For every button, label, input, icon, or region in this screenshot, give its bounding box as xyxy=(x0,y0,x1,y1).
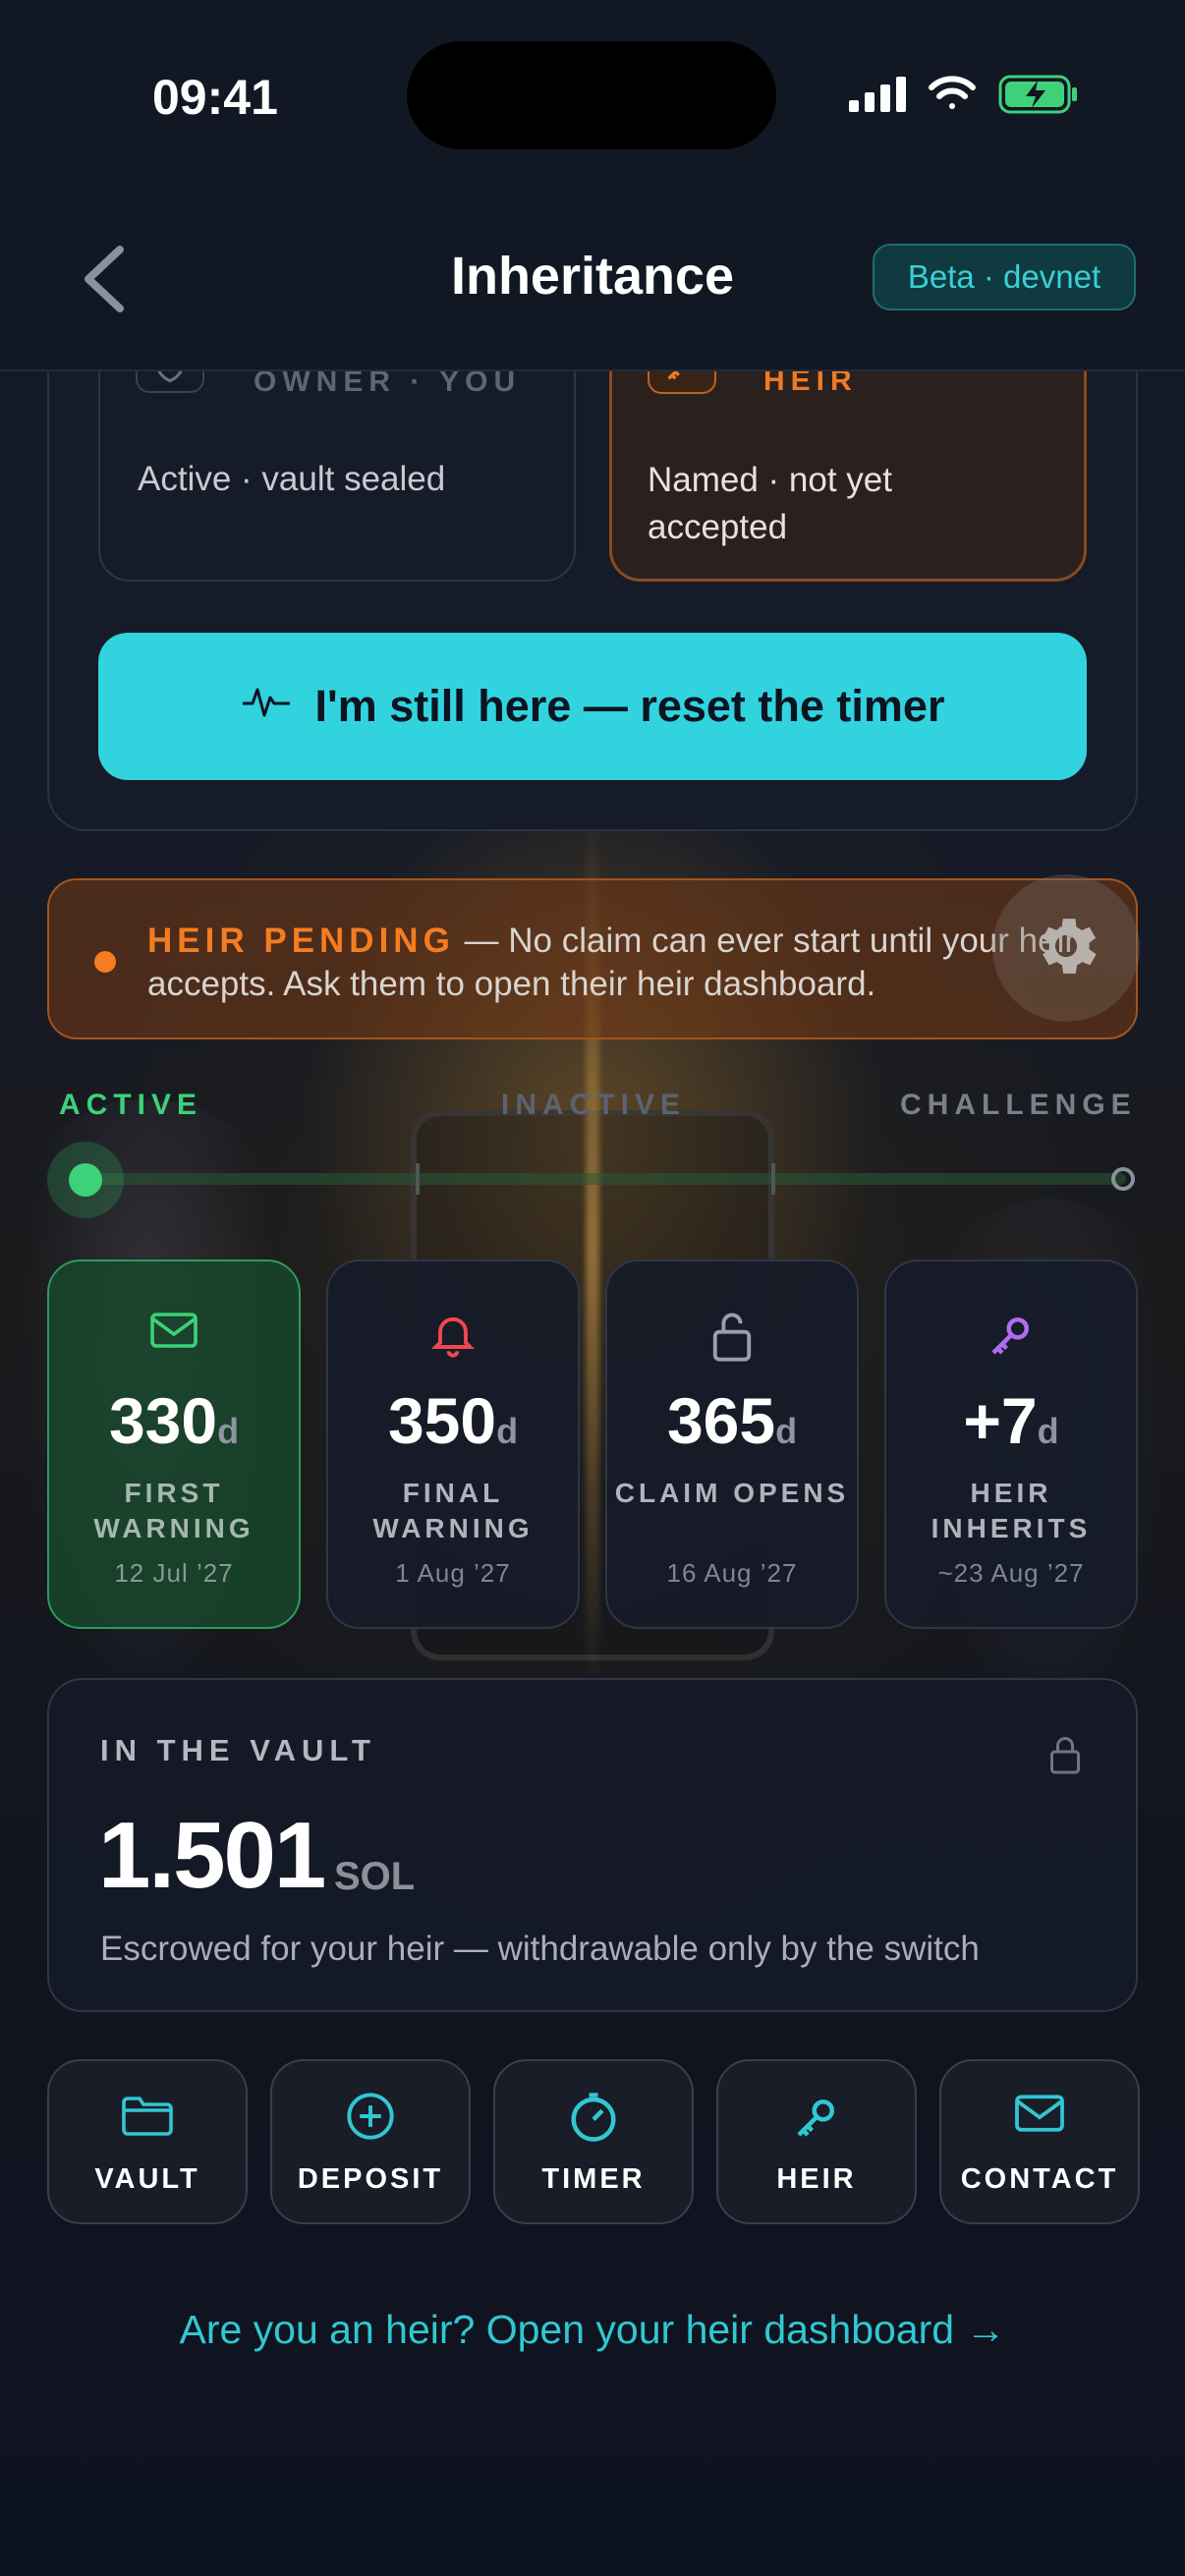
heir-action-button[interactable]: HEIR xyxy=(716,2059,917,2224)
milestone-label: FIRST WARNING xyxy=(93,1478,254,1543)
vault-label: IN THE VAULT xyxy=(100,1733,376,1767)
milestone-date: ~23 Aug ’27 xyxy=(937,1558,1085,1588)
heir-dashboard-link[interactable]: Are you an heir? Open your heir dashboar… xyxy=(0,2307,1185,2353)
vault-amount: 1.501 xyxy=(98,1803,326,1908)
mail-icon xyxy=(49,1309,299,1364)
milestone-value: 350d xyxy=(387,1384,519,1457)
milestone-value: 330d xyxy=(108,1384,240,1457)
phase-end-marker xyxy=(1111,1167,1135,1191)
milestone-date: 16 Aug ’27 xyxy=(666,1558,798,1588)
vault-description: Escrowed for your heir — withdrawable on… xyxy=(100,1930,980,1968)
phase-divider xyxy=(416,1163,420,1195)
pending-status-dot xyxy=(94,951,116,973)
deposit-action-button[interactable]: DEPOSIT xyxy=(270,2059,471,2224)
heartbeat-icon xyxy=(241,681,292,732)
milestone-first-warning[interactable]: 330d FIRST WARNING 12 Jul ’27 xyxy=(47,1260,301,1629)
status-bar: 09:41 xyxy=(0,0,1185,187)
vault-unit: SOL xyxy=(334,1855,416,1898)
lock-icon xyxy=(1047,1733,1083,1781)
plus-circle-icon xyxy=(272,2091,469,2142)
action-label: TIMER xyxy=(541,2163,646,2195)
cellular-signal-icon xyxy=(849,77,906,117)
key-icon xyxy=(718,2091,915,2144)
owner-role-status: Active · vault sealed xyxy=(138,460,446,498)
milestone-final-warning[interactable]: 350d FINAL WARNING 1 Aug ’27 xyxy=(326,1260,580,1629)
milestone-claim-opens[interactable]: 365d CLAIM OPENS 16 Aug ’27 xyxy=(605,1260,859,1629)
reset-timer-button[interactable]: I'm still here — reset the timer xyxy=(98,633,1087,780)
nav-bar: Inheritance Beta · devnet xyxy=(0,187,1185,371)
key-icon xyxy=(886,1309,1136,1364)
network-badge: Beta · devnet xyxy=(873,244,1136,310)
phase-inactive-label: INACTIVE xyxy=(501,1089,687,1121)
mail-icon xyxy=(941,2091,1138,2136)
timer-action-button[interactable]: TIMER xyxy=(493,2059,694,2224)
battery-charging-icon xyxy=(998,75,1079,119)
milestone-label: FINAL WARNING xyxy=(372,1478,534,1543)
unlock-icon xyxy=(607,1309,857,1364)
action-label: DEPOSIT xyxy=(297,2163,444,2195)
folder-icon xyxy=(49,2091,246,2138)
phase-progress-track xyxy=(85,1173,1126,1185)
reset-timer-label: I'm still here — reset the timer xyxy=(314,681,945,731)
action-label: VAULT xyxy=(94,2163,200,2195)
settings-button[interactable] xyxy=(992,874,1140,1022)
phase-divider xyxy=(771,1163,775,1195)
vault-action-button[interactable]: VAULT xyxy=(47,2059,248,2224)
wifi-icon xyxy=(928,76,977,118)
timer-icon xyxy=(495,2091,692,2144)
phase-active-label: ACTIVE xyxy=(59,1089,203,1121)
pending-text: HEIR PENDING — No claim can ever start u… xyxy=(147,920,1120,1006)
bell-icon xyxy=(328,1309,578,1364)
phase-indicator xyxy=(69,1163,102,1197)
pending-title: HEIR PENDING xyxy=(147,922,455,960)
status-icons xyxy=(849,75,1079,119)
milestone-value: 365d xyxy=(666,1384,798,1457)
phase-challenge-label: CHALLENGE xyxy=(900,1089,1137,1121)
heir-role-status: Named · not yet accepted xyxy=(648,461,892,546)
dynamic-island xyxy=(407,41,776,149)
milestone-date: 12 Jul ’27 xyxy=(114,1558,234,1588)
milestone-date: 1 Aug ’27 xyxy=(395,1558,511,1588)
status-time: 09:41 xyxy=(152,70,278,125)
action-label: CONTACT xyxy=(960,2163,1119,2195)
milestone-label: HEIR INHERITS xyxy=(931,1478,1092,1543)
gear-icon xyxy=(1029,909,1103,988)
milestone-label: CLAIM OPENS xyxy=(614,1478,850,1508)
vault-balance-card: IN THE VAULT 1.501 SOL Escrowed for your… xyxy=(47,1678,1138,2012)
milestone-value: +7d xyxy=(963,1384,1059,1457)
milestone-heir-inherits[interactable]: +7d HEIR INHERITS ~23 Aug ’27 xyxy=(884,1260,1138,1629)
contact-action-button[interactable]: CONTACT xyxy=(939,2059,1140,2224)
pending-separator: — xyxy=(464,922,499,960)
heir-pending-banner: HEIR PENDING — No claim can ever start u… xyxy=(47,878,1138,1039)
action-label: HEIR xyxy=(776,2163,857,2195)
